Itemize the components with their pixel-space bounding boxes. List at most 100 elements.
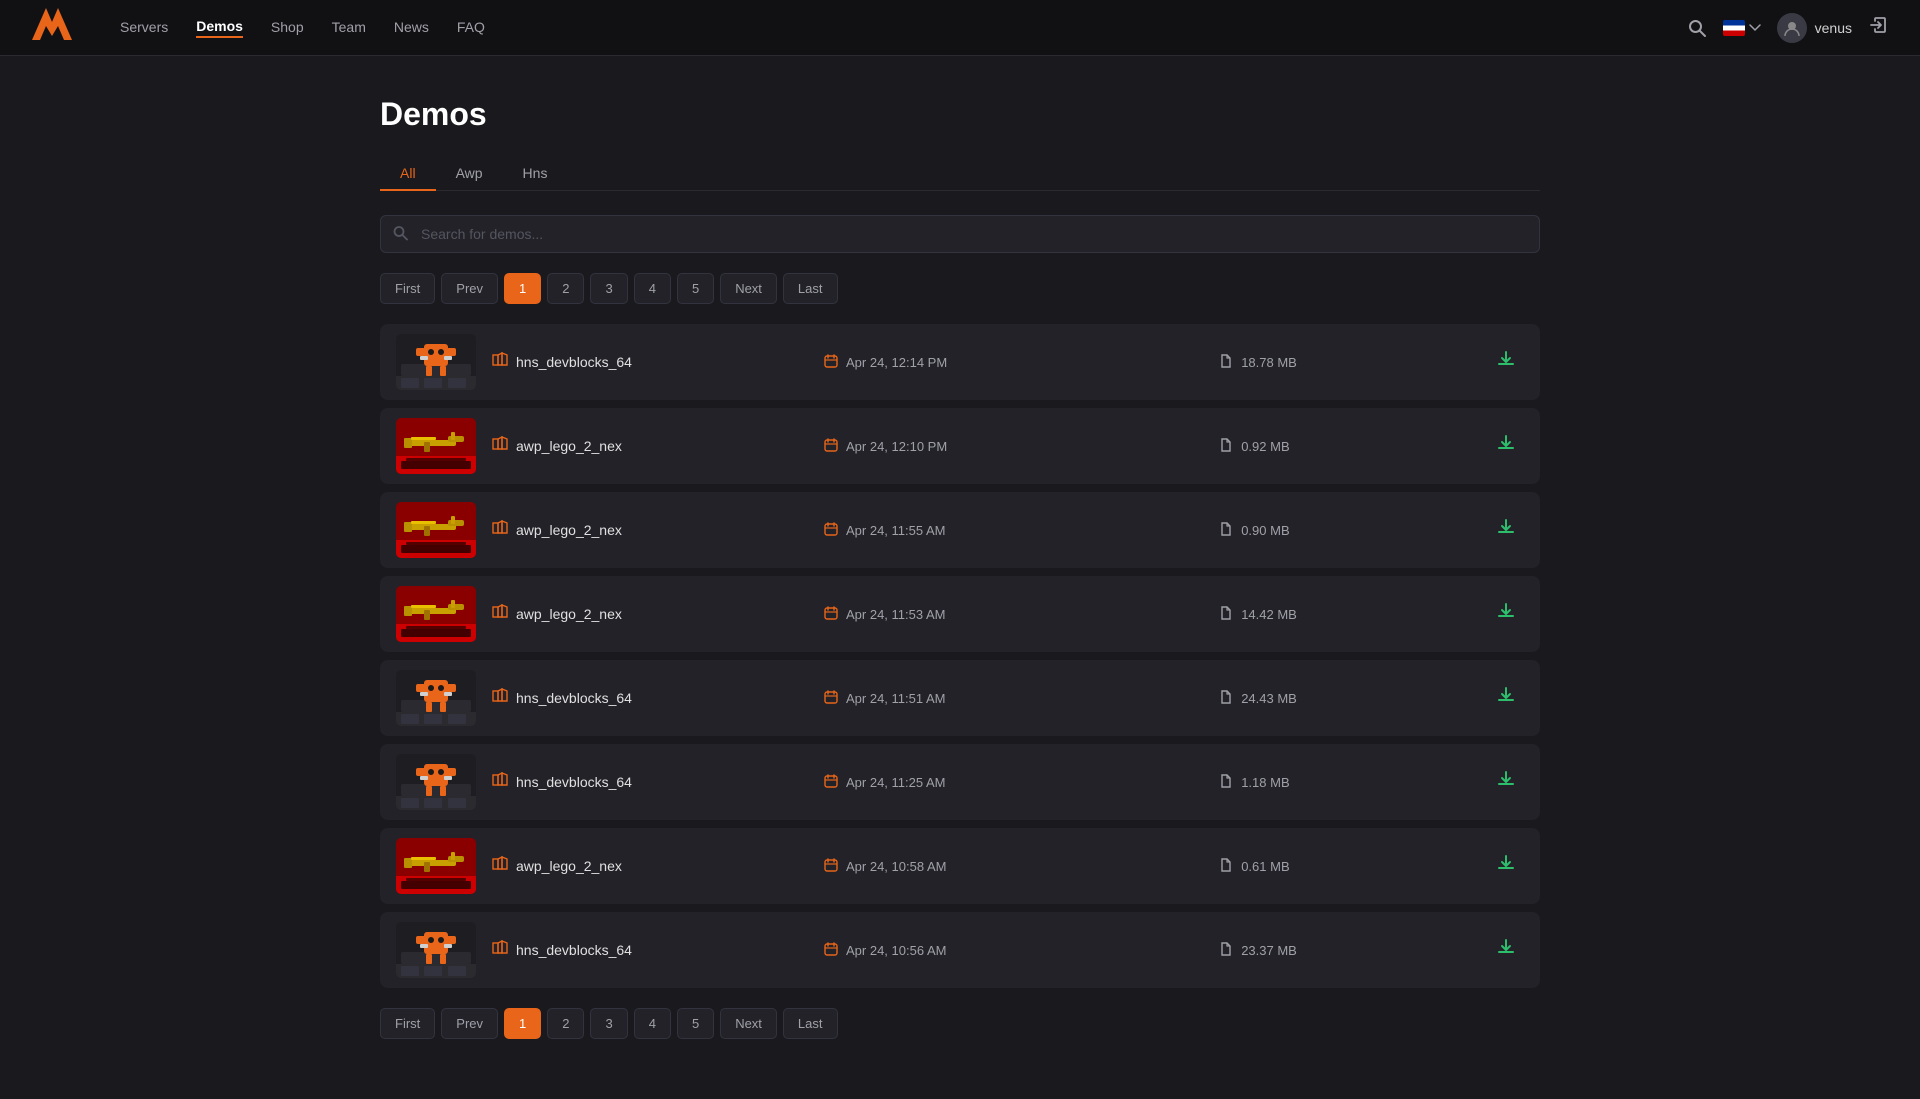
- navbar-right: venus: [1687, 13, 1888, 43]
- page-btn-last[interactable]: Last: [783, 273, 838, 304]
- user-area[interactable]: venus: [1777, 13, 1852, 43]
- calendar-icon: [824, 858, 838, 875]
- demo-item[interactable]: awp_lego_2_nex Apr 24, 10:58 AM: [380, 828, 1540, 904]
- page-btn-1[interactable]: 1: [504, 273, 541, 304]
- page-btn-prev[interactable]: Prev: [441, 1008, 498, 1039]
- nav-shop[interactable]: Shop: [271, 19, 304, 37]
- demo-size-text: 0.92 MB: [1241, 439, 1289, 454]
- navbar-search-icon[interactable]: [1687, 18, 1707, 38]
- demo-item[interactable]: awp_lego_2_nex Apr 24, 11:55 AM: [380, 492, 1540, 568]
- calendar-icon: [824, 606, 838, 623]
- calendar-icon: [824, 522, 838, 539]
- page-btn-last[interactable]: Last: [783, 1008, 838, 1039]
- demo-item[interactable]: hns_devblocks_64 Apr 24, 12:14 PM: [380, 324, 1540, 400]
- map-icon: [492, 940, 508, 961]
- download-button[interactable]: [1488, 681, 1524, 715]
- page-btn-1[interactable]: 1: [504, 1008, 541, 1039]
- demo-size-text: 24.43 MB: [1241, 691, 1297, 706]
- demo-thumbnail: [396, 670, 476, 726]
- demo-date-text: Apr 24, 11:55 AM: [846, 523, 946, 538]
- demo-thumbnail: [396, 586, 476, 642]
- chevron-down-icon: [1749, 24, 1761, 32]
- page-btn-3[interactable]: 3: [590, 1008, 627, 1039]
- demo-item[interactable]: awp_lego_2_nex Apr 24, 12:10 PM: [380, 408, 1540, 484]
- demo-name: awp_lego_2_nex: [492, 856, 808, 877]
- page-btn-4[interactable]: 4: [634, 273, 671, 304]
- demo-date: Apr 24, 11:53 AM: [824, 606, 1203, 623]
- download-button[interactable]: [1488, 345, 1524, 379]
- map-icon: [492, 520, 508, 541]
- demo-size: 24.43 MB: [1219, 690, 1472, 707]
- page-btn-5[interactable]: 5: [677, 273, 714, 304]
- search-container: [380, 215, 1540, 253]
- demo-name: hns_devblocks_64: [492, 688, 808, 709]
- demo-name: awp_lego_2_nex: [492, 436, 808, 457]
- page-btn-4[interactable]: 4: [634, 1008, 671, 1039]
- tab-all[interactable]: All: [380, 157, 436, 191]
- download-button[interactable]: [1488, 933, 1524, 967]
- demo-date: Apr 24, 12:10 PM: [824, 438, 1203, 455]
- page-btn-next[interactable]: Next: [720, 1008, 777, 1039]
- demo-date: Apr 24, 10:58 AM: [824, 858, 1203, 875]
- download-button[interactable]: [1488, 765, 1524, 799]
- logout-icon[interactable]: [1868, 15, 1888, 40]
- nav-demos[interactable]: Demos: [196, 18, 243, 38]
- demo-size-text: 0.90 MB: [1241, 523, 1289, 538]
- demo-name: awp_lego_2_nex: [492, 604, 808, 625]
- map-icon: [492, 604, 508, 625]
- demo-item[interactable]: hns_devblocks_64 Apr 24, 11:25 AM: [380, 744, 1540, 820]
- language-selector[interactable]: [1723, 20, 1761, 36]
- demo-size-text: 0.61 MB: [1241, 859, 1289, 874]
- page-btn-3[interactable]: 3: [590, 273, 627, 304]
- page-btn-prev[interactable]: Prev: [441, 273, 498, 304]
- demo-item[interactable]: awp_lego_2_nex Apr 24, 11:53 AM: [380, 576, 1540, 652]
- calendar-icon: [824, 354, 838, 371]
- demo-list: hns_devblocks_64 Apr 24, 12:14 PM: [380, 324, 1540, 988]
- demo-size: 18.78 MB: [1219, 354, 1472, 371]
- demo-item[interactable]: hns_devblocks_64 Apr 24, 11:51 AM: [380, 660, 1540, 736]
- nav-news[interactable]: News: [394, 19, 429, 37]
- lang-flag: [1723, 20, 1745, 36]
- download-button[interactable]: [1488, 849, 1524, 883]
- pagination-bottom: FirstPrev12345NextLast: [380, 1008, 1540, 1039]
- page-btn-next[interactable]: Next: [720, 273, 777, 304]
- page-btn-5[interactable]: 5: [677, 1008, 714, 1039]
- demo-map-name: hns_devblocks_64: [516, 354, 632, 370]
- demo-map-name: hns_devblocks_64: [516, 942, 632, 958]
- demo-date-text: Apr 24, 11:53 AM: [846, 607, 946, 622]
- demo-thumbnail: [396, 838, 476, 894]
- search-icon: [392, 225, 408, 244]
- map-icon: [492, 352, 508, 373]
- demo-date: Apr 24, 12:14 PM: [824, 354, 1203, 371]
- download-button[interactable]: [1488, 429, 1524, 463]
- demo-size-text: 23.37 MB: [1241, 943, 1297, 958]
- brand-logo[interactable]: [32, 8, 72, 47]
- demo-map-name: hns_devblocks_64: [516, 690, 632, 706]
- demo-date: Apr 24, 11:25 AM: [824, 774, 1203, 791]
- demo-size: 0.90 MB: [1219, 522, 1472, 539]
- nav-team[interactable]: Team: [332, 19, 366, 37]
- demo-size-text: 18.78 MB: [1241, 355, 1297, 370]
- demo-size: 0.92 MB: [1219, 438, 1472, 455]
- demo-thumbnail: [396, 922, 476, 978]
- demo-item[interactable]: hns_devblocks_64 Apr 24, 10:56 AM: [380, 912, 1540, 988]
- username: venus: [1815, 20, 1852, 36]
- map-icon: [492, 688, 508, 709]
- search-input[interactable]: [380, 215, 1540, 253]
- page-btn-first[interactable]: First: [380, 273, 435, 304]
- tab-awp[interactable]: Awp: [436, 157, 503, 191]
- download-button[interactable]: [1488, 513, 1524, 547]
- page-btn-2[interactable]: 2: [547, 273, 584, 304]
- demo-size: 23.37 MB: [1219, 942, 1472, 959]
- page-btn-2[interactable]: 2: [547, 1008, 584, 1039]
- demo-size-text: 14.42 MB: [1241, 607, 1297, 622]
- tab-hns[interactable]: Hns: [503, 157, 568, 191]
- nav-faq[interactable]: FAQ: [457, 19, 485, 37]
- demo-name: awp_lego_2_nex: [492, 520, 808, 541]
- nav-servers[interactable]: Servers: [120, 19, 168, 37]
- calendar-icon: [824, 690, 838, 707]
- calendar-icon: [824, 438, 838, 455]
- demo-map-name: awp_lego_2_nex: [516, 522, 622, 538]
- page-btn-first[interactable]: First: [380, 1008, 435, 1039]
- download-button[interactable]: [1488, 597, 1524, 631]
